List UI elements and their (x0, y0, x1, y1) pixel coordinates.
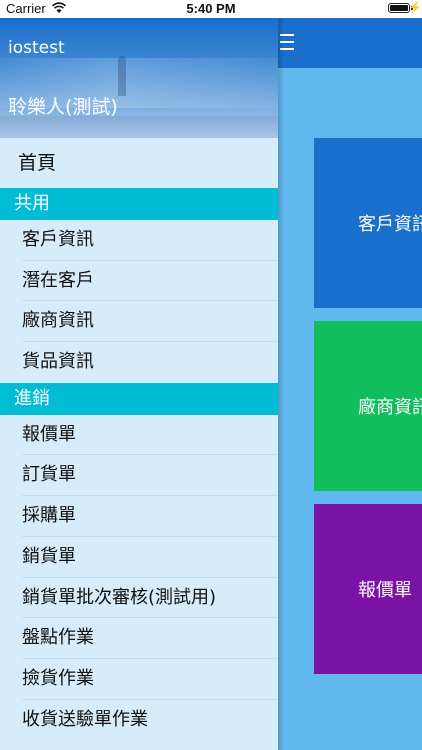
section-header-sales: 進銷 (0, 382, 278, 415)
battery-icon (388, 3, 410, 13)
drawer-item-picking[interactable]: 撿貨作業 (0, 659, 278, 700)
side-drawer: iostest 聆樂人(測試) 首頁 共用 客戶資訊 潛在客戶 廠商資訊 貨品資… (0, 18, 278, 750)
tile-label: 廠商資訊 (358, 397, 422, 418)
drawer-item-receiving-inspection[interactable]: 收貨送驗單作業 (0, 700, 278, 741)
lightning-bolt-icon: ⚡ (408, 2, 422, 14)
header-tower-shape (118, 56, 126, 96)
status-time: 5:40 PM (186, 1, 236, 16)
app-screen: Carrier 5:40 PM ⚡ 客戶資訊 廠商資訊 報價單 iostest … (0, 0, 422, 750)
tile-label: 客戶資訊 (358, 214, 422, 235)
navigation-bar (278, 18, 422, 68)
main-content: 客戶資訊 廠商資訊 報價單 (278, 18, 422, 750)
drawer-item-sales-order[interactable]: 銷貨單 (0, 537, 278, 578)
drawer-item-order[interactable]: 訂貨單 (0, 455, 278, 496)
drawer-item-inventory-count[interactable]: 盤點作業 (0, 618, 278, 659)
header-skyline-shape (0, 116, 278, 138)
status-bar: Carrier 5:40 PM ⚡ (0, 0, 422, 18)
drawer-item-home[interactable]: 首頁 (0, 138, 278, 188)
tile-label: 報價單 (358, 580, 412, 601)
drawer-item-potential-customers[interactable]: 潛在客戶 (0, 261, 278, 302)
drawer-item-batch-review[interactable]: 銷貨單批次審核(測試用) (0, 578, 278, 619)
drawer-menu-list: 首頁 共用 客戶資訊 潛在客戶 廠商資訊 貨品資訊 進銷 報價單 訂貨單 採購單… (0, 138, 278, 740)
drawer-item-purchase-order[interactable]: 採購單 (0, 496, 278, 537)
app-name: iostest (8, 38, 65, 58)
tile-vendor-info[interactable]: 廠商資訊 (314, 321, 422, 491)
drawer-item-vendor-info[interactable]: 廠商資訊 (0, 301, 278, 342)
drawer-item-customer-info[interactable]: 客戶資訊 (0, 220, 278, 261)
drawer-header: iostest 聆樂人(測試) (0, 18, 278, 138)
tile-customer-info[interactable]: 客戶資訊 (314, 138, 422, 308)
drawer-shadow (278, 18, 284, 750)
drawer-item-quotation[interactable]: 報價單 (0, 415, 278, 456)
drawer-item-product-info[interactable]: 貨品資訊 (0, 342, 278, 383)
tile-quotation[interactable]: 報價單 (314, 504, 422, 674)
section-header-common: 共用 (0, 188, 278, 220)
user-name: 聆樂人(測試) (8, 96, 118, 118)
